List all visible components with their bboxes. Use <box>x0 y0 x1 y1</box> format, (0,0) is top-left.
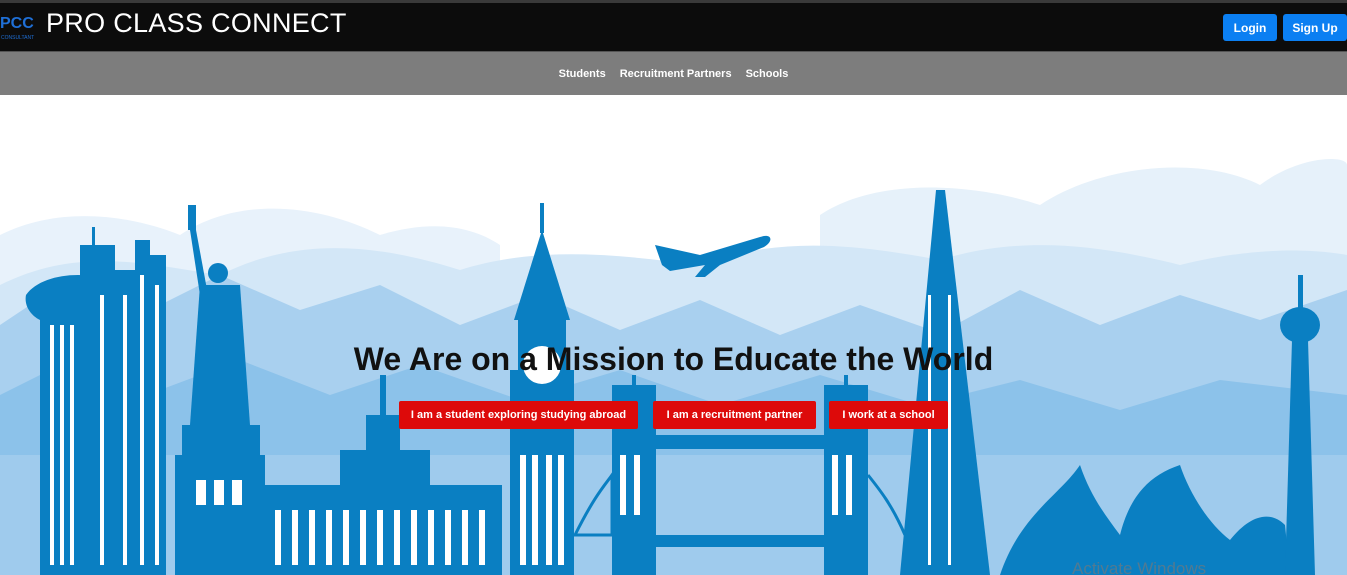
recruitment-partner-cta-button[interactable]: I am a recruitment partner <box>653 401 816 429</box>
school-cta-button[interactable]: I work at a school <box>829 401 948 429</box>
logo-text: PCC <box>0 15 34 32</box>
student-cta-button[interactable]: I am a student exploring studying abroad <box>399 401 638 429</box>
nav-item-schools[interactable]: Schools <box>746 68 789 80</box>
hero-cta-group: I am a student exploring studying abroad… <box>0 401 1347 429</box>
top-header: PCC CONSULTANT PRO CLASS CONNECT Login S… <box>0 0 1347 52</box>
signup-button[interactable]: Sign Up <box>1283 14 1347 41</box>
brand-name[interactable]: PRO CLASS CONNECT <box>46 8 347 39</box>
hero-section: We Are on a Mission to Educate the World… <box>0 95 1347 575</box>
brand-logo[interactable]: PCC CONSULTANT <box>0 11 40 41</box>
activate-windows-watermark: Activate Windows <box>1072 559 1207 575</box>
login-button[interactable]: Login <box>1223 14 1277 41</box>
hero-headline: We Are on a Mission to Educate the World <box>353 341 994 377</box>
logo-subtext: CONSULTANT <box>1 35 34 41</box>
nav-item-students[interactable]: Students <box>559 68 606 80</box>
nav-item-recruitment-partners[interactable]: Recruitment Partners <box>620 68 732 80</box>
main-nav: Students Recruitment Partners Schools <box>0 52 1347 95</box>
world-skyline-illustration <box>0 159 1347 575</box>
